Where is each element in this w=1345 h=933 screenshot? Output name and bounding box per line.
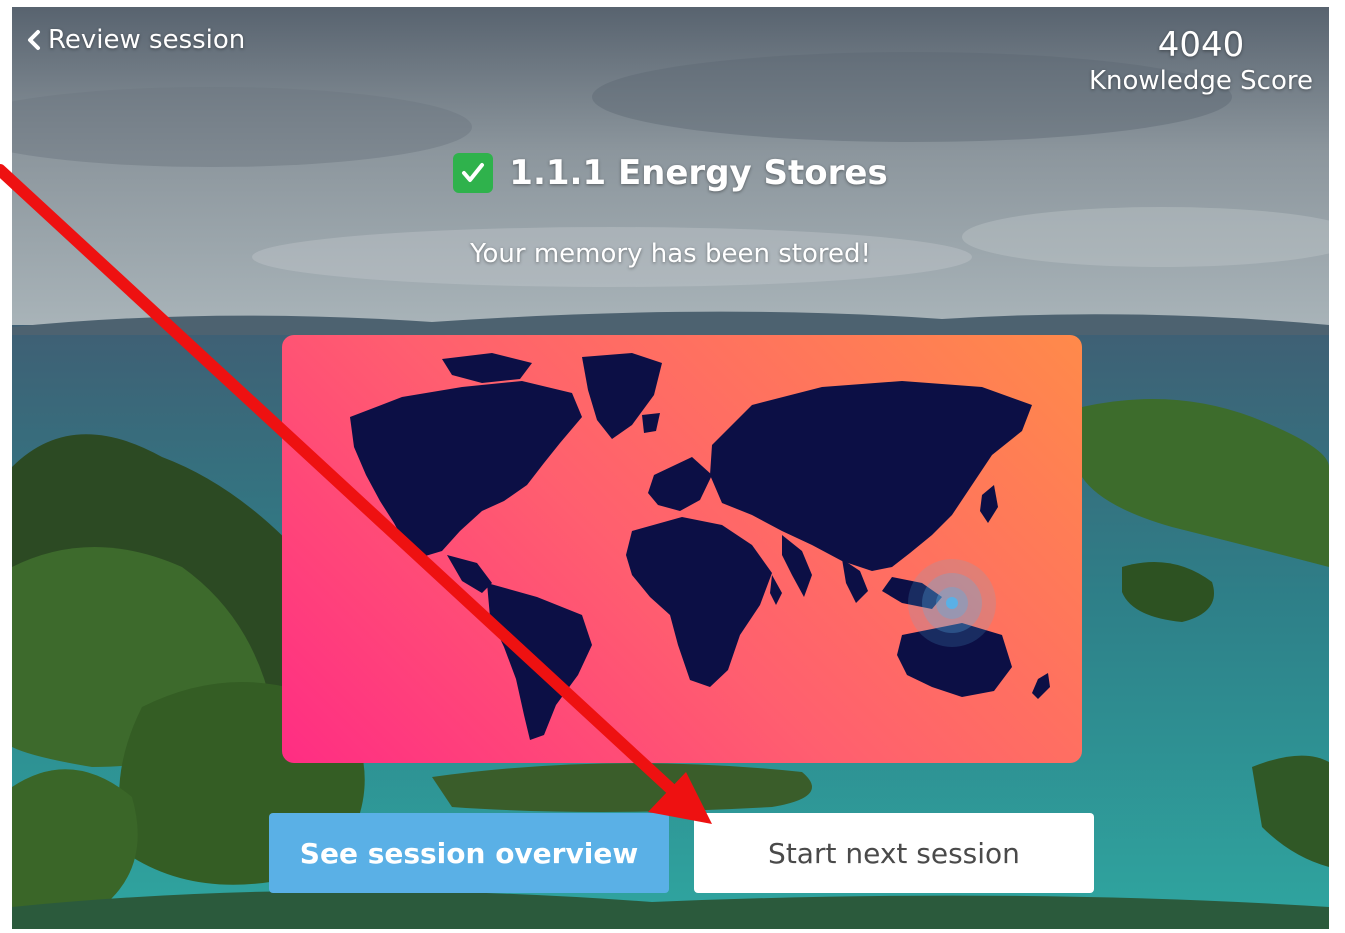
- location-marker: [946, 597, 958, 609]
- world-map-card: [282, 335, 1082, 763]
- review-session-label: Review session: [48, 25, 246, 55]
- score-value: 4040: [1157, 25, 1245, 65]
- page-title: 1.1.1 Energy Stores: [509, 153, 888, 193]
- knowledge-score: 4040 Knowledge Score: [1089, 25, 1313, 97]
- chevron-left-icon: [28, 30, 40, 50]
- review-session-link[interactable]: Review session: [26, 25, 245, 55]
- app-window: Review session 4040 Knowledge Score 1.1.…: [12, 7, 1329, 929]
- success-message: Your memory has been stored!: [470, 239, 871, 269]
- score-label: Knowledge Score: [1088, 66, 1313, 96]
- check-box-icon: [453, 153, 494, 193]
- topic-title-row: 1.1.1 Energy Stores: [12, 153, 1329, 193]
- start-next-session-button[interactable]: Start next session: [694, 813, 1094, 893]
- world-map-image: [350, 353, 1050, 740]
- see-session-overview-button[interactable]: See session overview: [269, 813, 669, 893]
